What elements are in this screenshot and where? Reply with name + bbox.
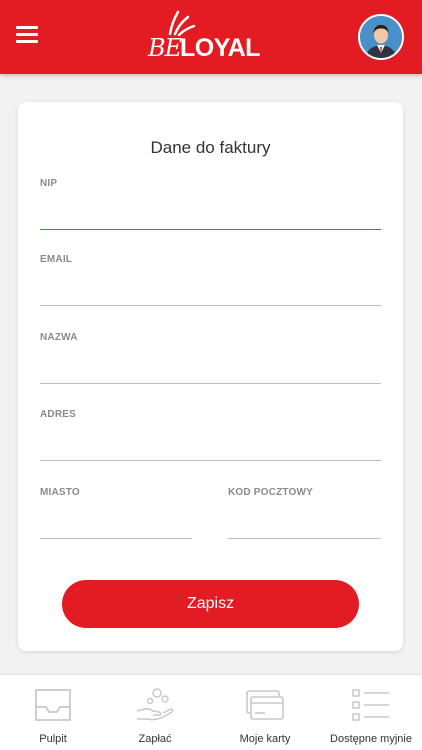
kod-pocztowy-input[interactable]: [228, 511, 381, 539]
nazwa-field: NAZWA: [40, 332, 381, 384]
app-header: BE LOYAL: [0, 0, 422, 74]
nav-label-moje-karty: Moje karty: [239, 733, 291, 745]
bottom-navigation: Pulpit Zapłać Moje karty Dostępne myjnie: [0, 674, 422, 750]
list-icon: [352, 689, 389, 721]
logo-loyal-text: LOYAL: [180, 34, 260, 62]
cards-icon: [246, 690, 284, 720]
adres-input[interactable]: [40, 433, 381, 461]
nav-label-zaplac: Zapłać: [138, 733, 172, 745]
logo-be-text: BE: [148, 34, 182, 62]
nazwa-label: NAZWA: [40, 332, 78, 343]
nav-item-zaplac[interactable]: Zapłać: [102, 675, 208, 750]
adres-field: ADRES: [40, 409, 381, 461]
email-input[interactable]: [40, 278, 381, 306]
hand-coins-icon: [136, 688, 174, 721]
nip-input[interactable]: [40, 202, 381, 230]
nav-item-dostepne-myjnie[interactable]: Dostępne myjnie: [318, 675, 422, 750]
logo-burst-icon: [168, 10, 196, 36]
beloyal-logo: BE LOYAL: [144, 10, 278, 66]
miasto-field: MIASTO: [40, 487, 192, 539]
nav-item-pulpit[interactable]: Pulpit: [0, 675, 106, 750]
nav-label-dostepne-myjnie: Dostępne myjnie: [330, 733, 412, 745]
nip-label: NIP: [40, 178, 58, 189]
hamburger-icon[interactable]: [16, 26, 38, 44]
user-avatar[interactable]: [358, 14, 404, 60]
nav-label-pulpit: Pulpit: [39, 733, 67, 745]
email-label: EMAIL: [40, 254, 73, 265]
miasto-label: MIASTO: [40, 487, 80, 498]
nav-item-moje-karty[interactable]: Moje karty: [212, 675, 318, 750]
save-button[interactable]: Zapisz: [62, 580, 359, 628]
inbox-tray-icon: [35, 689, 71, 721]
invoice-form-card: Dane do faktury NIP EMAIL NAZWA ADRES MI…: [18, 102, 403, 651]
email-field: EMAIL: [40, 254, 381, 306]
nazwa-input[interactable]: [40, 356, 381, 384]
kod-pocztowy-label: KOD POCZTOWY: [228, 487, 313, 498]
user-avatar-icon: [360, 16, 402, 58]
adres-label: ADRES: [40, 409, 77, 420]
nip-field: NIP: [40, 178, 381, 230]
miasto-input[interactable]: [40, 511, 192, 539]
kod-pocztowy-field: KOD POCZTOWY: [228, 487, 381, 539]
form-title: Dane do faktury: [150, 138, 271, 157]
